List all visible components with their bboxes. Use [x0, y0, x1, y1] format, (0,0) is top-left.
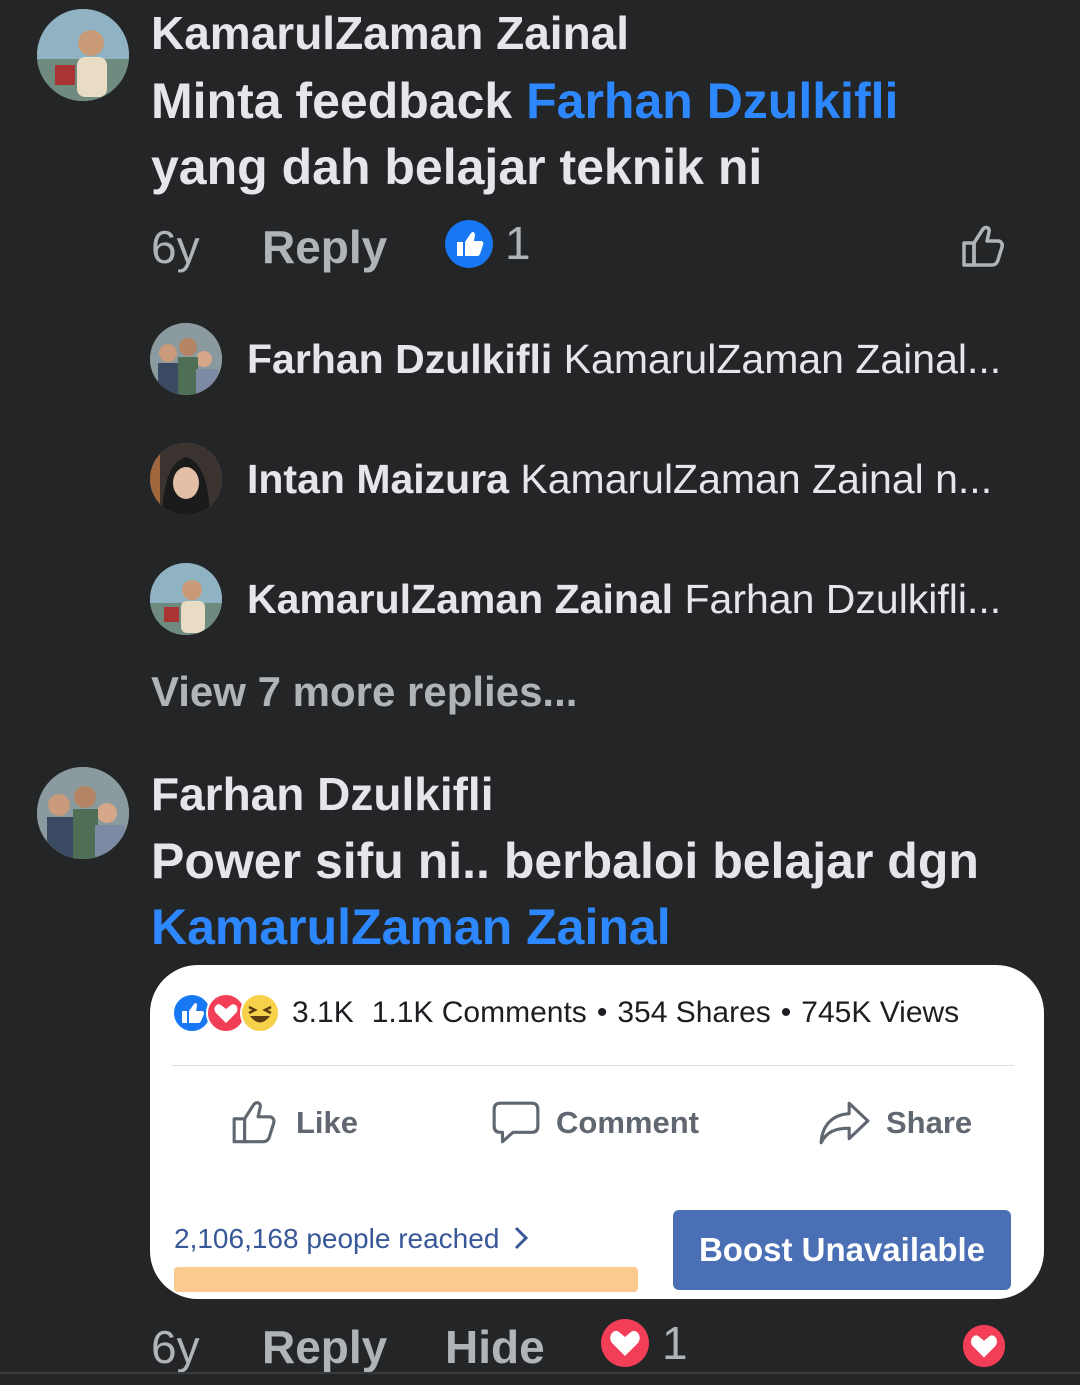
comment-time: 6y — [151, 1321, 200, 1373]
reply-author[interactable]: KamarulZaman Zainal — [247, 576, 673, 622]
reply-item[interactable]: Intan Maizura KamarulZaman Zainal n... — [247, 456, 992, 503]
reactions-count[interactable]: 3.1K — [292, 996, 354, 1030]
like-reaction-icon — [445, 220, 493, 268]
share-button[interactable]: Share — [818, 1093, 972, 1153]
avatar-farhan[interactable] — [37, 767, 129, 859]
shares-count[interactable]: 354 Shares — [617, 996, 770, 1030]
thumbs-up-outline-icon[interactable] — [960, 222, 1010, 272]
like-button[interactable]: Like — [230, 1093, 358, 1153]
haha-reaction-icon — [240, 993, 280, 1033]
reaction-count: 1 — [662, 1317, 688, 1369]
boost-unavailable-button[interactable]: Boost Unavailable — [673, 1210, 1011, 1290]
comment-author[interactable]: KamarulZaman Zainal — [151, 6, 629, 60]
chevron-right-icon — [515, 1226, 529, 1250]
reply-preview: KamarulZaman Zainal n... — [520, 456, 993, 502]
reply-item[interactable]: KamarulZaman Zainal Farhan Dzulkifli... — [247, 576, 1001, 623]
reply-item[interactable]: Farhan Dzulkifli KamarulZaman Zainal... — [247, 336, 1001, 383]
comment-bubble-icon — [492, 1101, 540, 1144]
comment-author[interactable]: Farhan Dzulkifli — [151, 767, 493, 821]
reach-progress-bar — [174, 1267, 638, 1292]
reaction-count: 1 — [505, 217, 531, 269]
avatar-farhan[interactable] — [150, 323, 222, 395]
thumbs-up-outline-icon — [232, 1101, 276, 1144]
reach-progress-fill — [174, 1267, 638, 1292]
comment-text-prefix: Minta feedback — [151, 73, 527, 129]
reply-button[interactable]: Reply — [262, 220, 387, 274]
reply-author[interactable]: Intan Maizura — [247, 456, 509, 502]
mention-link[interactable]: KamarulZaman Zainal — [151, 898, 671, 956]
divider — [172, 1065, 1014, 1066]
avatar-kamarulzaman[interactable] — [150, 563, 222, 635]
hide-button[interactable]: Hide — [445, 1320, 545, 1374]
separator: • — [596, 996, 608, 1029]
separator: • — [780, 996, 792, 1029]
love-reaction-badge[interactable] — [600, 1318, 650, 1368]
comment-text: Power sifu ni.. berbaloi belajar dgn — [151, 833, 979, 889]
avatar-kamarulzaman[interactable] — [37, 9, 129, 101]
comment-text-line2: yang dah belajar teknik ni — [151, 139, 763, 195]
like-reaction-badge[interactable] — [444, 219, 494, 269]
comment-button[interactable]: Comment — [490, 1093, 699, 1153]
comment-label: Comment — [556, 1105, 699, 1140]
heart-react-icon[interactable] — [962, 1324, 1006, 1368]
mention-link[interactable]: Farhan Dzulkifli — [526, 73, 898, 129]
share-arrow-icon — [819, 1101, 870, 1145]
post-stats: 3.1K 1.1K Comments • 354 Shares • 745K V… — [172, 993, 959, 1033]
post-stats-card: 3.1K 1.1K Comments • 354 Shares • 745K V… — [150, 965, 1044, 1299]
people-reached-text: 2,106,168 people reached — [174, 1223, 500, 1254]
reply-author[interactable]: Farhan Dzulkifli — [247, 336, 552, 382]
comment-text: Minta feedback Farhan Dzulkifli — [151, 72, 898, 130]
like-label: Like — [296, 1105, 359, 1140]
comments-count[interactable]: 1.1K Comments — [372, 996, 587, 1030]
share-label: Share — [886, 1105, 973, 1140]
reaction-icons — [172, 993, 280, 1033]
bottom-divider — [0, 1372, 1080, 1374]
reply-preview: KamarulZaman Zainal... — [563, 336, 1002, 382]
reply-preview: Farhan Dzulkifli... — [684, 576, 1002, 622]
reply-button[interactable]: Reply — [262, 1320, 387, 1374]
love-reaction-icon — [601, 1319, 649, 1367]
view-more-replies[interactable]: View 7 more replies... — [151, 668, 577, 716]
comment-time: 6y — [151, 221, 200, 273]
people-reached-link[interactable]: 2,106,168 people reached — [174, 1223, 531, 1255]
avatar-intan[interactable] — [150, 443, 222, 515]
views-count: 745K Views — [801, 996, 960, 1029]
